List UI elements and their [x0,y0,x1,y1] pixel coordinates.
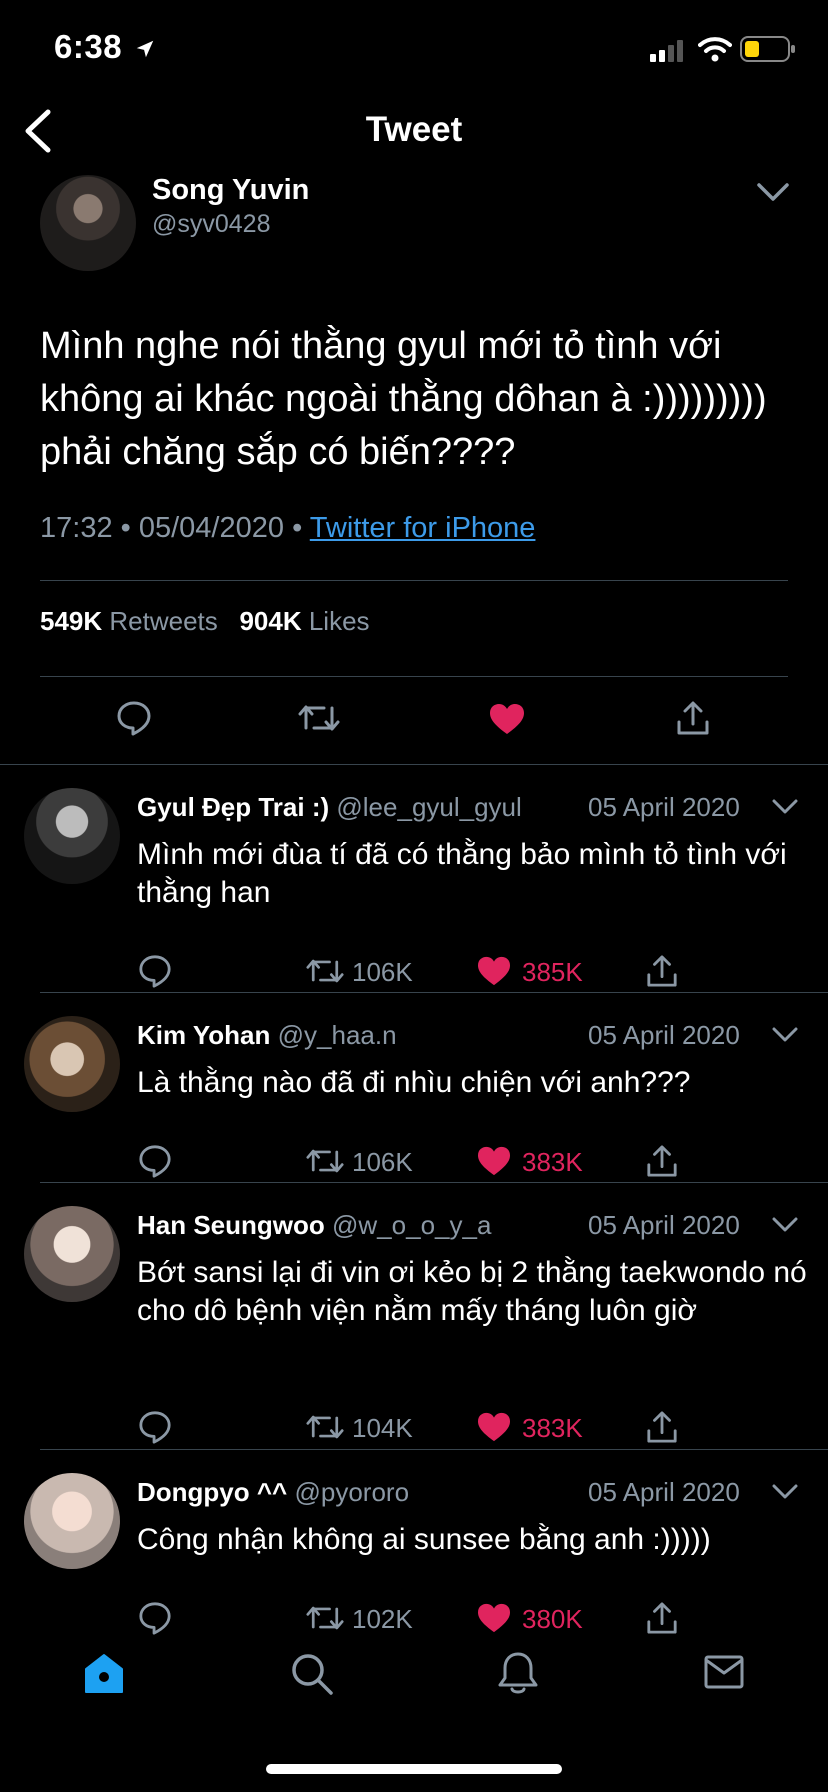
share-icon[interactable] [676,700,710,736]
tweet-text: Mình nghe nói thằng gyul mới tỏ tình với… [40,325,767,473]
share-icon[interactable] [646,954,678,988]
reply-icon[interactable] [116,700,152,736]
heart-icon[interactable] [476,1602,512,1634]
reply-date: 05 April 2020 [588,792,740,822]
reply-retweet-count[interactable]: 106K [352,1147,413,1178]
reply-author[interactable]: Kim Yohan @y_haa.n [137,1020,397,1051]
retweet-icon[interactable] [306,956,344,986]
divider [40,676,788,677]
reply-like-count[interactable]: 380K [522,1604,583,1635]
divider [40,992,828,993]
reply-avatar[interactable] [24,1473,120,1569]
author-name[interactable]: Song Yuvin [152,174,309,207]
divider [40,580,788,581]
reply-avatar[interactable] [24,1206,120,1302]
reply-author-handle[interactable]: @lee_gyul_gyul [336,792,521,822]
reply-text: Mình mới đùa tí đã có thằng bảo mình tỏ … [137,838,787,909]
heart-icon[interactable] [476,1145,512,1177]
reply-text: Bớt sansi lại đi vin ơi kẻo bị 2 thằng t… [137,1256,807,1327]
reply-icon[interactable] [138,1144,172,1178]
reply-icon[interactable] [138,954,172,988]
author-handle[interactable]: @syv0428 [152,210,271,239]
reply-author-name[interactable]: Han Seungwoo [137,1210,325,1240]
heart-icon[interactable] [488,702,526,736]
bell-icon[interactable] [496,1650,540,1696]
reply-author-handle[interactable]: @w_o_o_y_a [332,1210,491,1240]
reply-avatar[interactable] [24,1016,120,1112]
reply-retweet-count[interactable]: 106K [352,957,413,988]
search-icon[interactable] [290,1652,334,1696]
reply-author[interactable]: Gyul Đẹp Trai :) @lee_gyul_gyul [137,792,522,823]
like-count[interactable]: 904K [239,606,301,636]
separator: • [120,512,131,544]
reply-author[interactable]: Dongpyo ^^ @pyororo [137,1477,409,1508]
page-title: Tweet [365,110,463,149]
tweet-date: 05/04/2020 [138,512,285,544]
retweet-count[interactable]: 549K [40,606,102,636]
heart-icon[interactable] [476,1411,512,1443]
location-arrow-icon [136,41,153,58]
status-time: 6:38 [54,28,156,66]
reply-author-handle[interactable]: @y_haa.n [278,1020,397,1050]
reply-author-handle[interactable]: @pyororo [294,1477,409,1507]
chevron-down-icon[interactable] [772,1026,798,1044]
chevron-down-icon[interactable] [756,180,790,204]
share-icon[interactable] [646,1410,678,1444]
home-icon[interactable] [82,1652,126,1696]
reply-author[interactable]: Han Seungwoo @w_o_o_y_a [137,1210,491,1241]
reply-avatar[interactable] [24,788,120,884]
home-indicator[interactable] [266,1764,562,1774]
source-link[interactable]: Twitter for iPhone [310,512,536,544]
retweet-icon[interactable] [306,1146,344,1176]
divider [40,1182,828,1183]
tweet-meta: 17:32 • 05/04/2020 • Twitter for iPhone [40,512,535,545]
retweet-icon[interactable] [306,1412,344,1442]
retweet-icon[interactable] [298,702,340,734]
chevron-down-icon[interactable] [772,798,798,816]
heart-icon[interactable] [476,955,512,987]
reply-like-count[interactable]: 385K [522,957,583,988]
retweets-label[interactable]: Retweets [109,606,217,636]
reply-date: 05 April 2020 [588,1020,740,1050]
likes-label[interactable]: Likes [309,606,370,636]
tweet-stats: 549K Retweets 904K Likes [40,606,370,637]
chevron-down-icon[interactable] [772,1483,798,1501]
reply-like-count[interactable]: 383K [522,1147,583,1178]
chevron-down-icon[interactable] [772,1216,798,1234]
reply-author-name[interactable]: Gyul Đẹp Trai :) [137,792,329,822]
battery-icon [740,36,795,62]
reply-retweet-count[interactable]: 102K [352,1604,413,1635]
tweet-time: 17:32 [40,512,113,544]
reply-like-count[interactable]: 383K [522,1413,583,1444]
share-icon[interactable] [646,1144,678,1178]
wifi-icon [698,37,732,62]
share-icon[interactable] [646,1601,678,1635]
retweet-icon[interactable] [306,1603,344,1633]
reply-date: 05 April 2020 [588,1477,740,1507]
avatar[interactable] [40,175,136,271]
reply-retweet-count[interactable]: 104K [352,1413,413,1444]
reply-text: Là thằng nào đã đi nhìu chiện với anh??? [137,1066,691,1099]
mail-icon[interactable] [704,1654,744,1690]
signal-icon [650,40,683,62]
divider [0,764,828,765]
reply-text: Công nhận không ai sunsee bằng anh :))))… [137,1523,711,1556]
divider [40,1449,828,1450]
separator: • [292,512,303,544]
reply-author-name[interactable]: Kim Yohan [137,1020,270,1050]
reply-date: 05 April 2020 [588,1210,740,1240]
reply-author-name[interactable]: Dongpyo ^^ [137,1477,287,1507]
reply-icon[interactable] [138,1601,172,1635]
reply-icon[interactable] [138,1410,172,1444]
